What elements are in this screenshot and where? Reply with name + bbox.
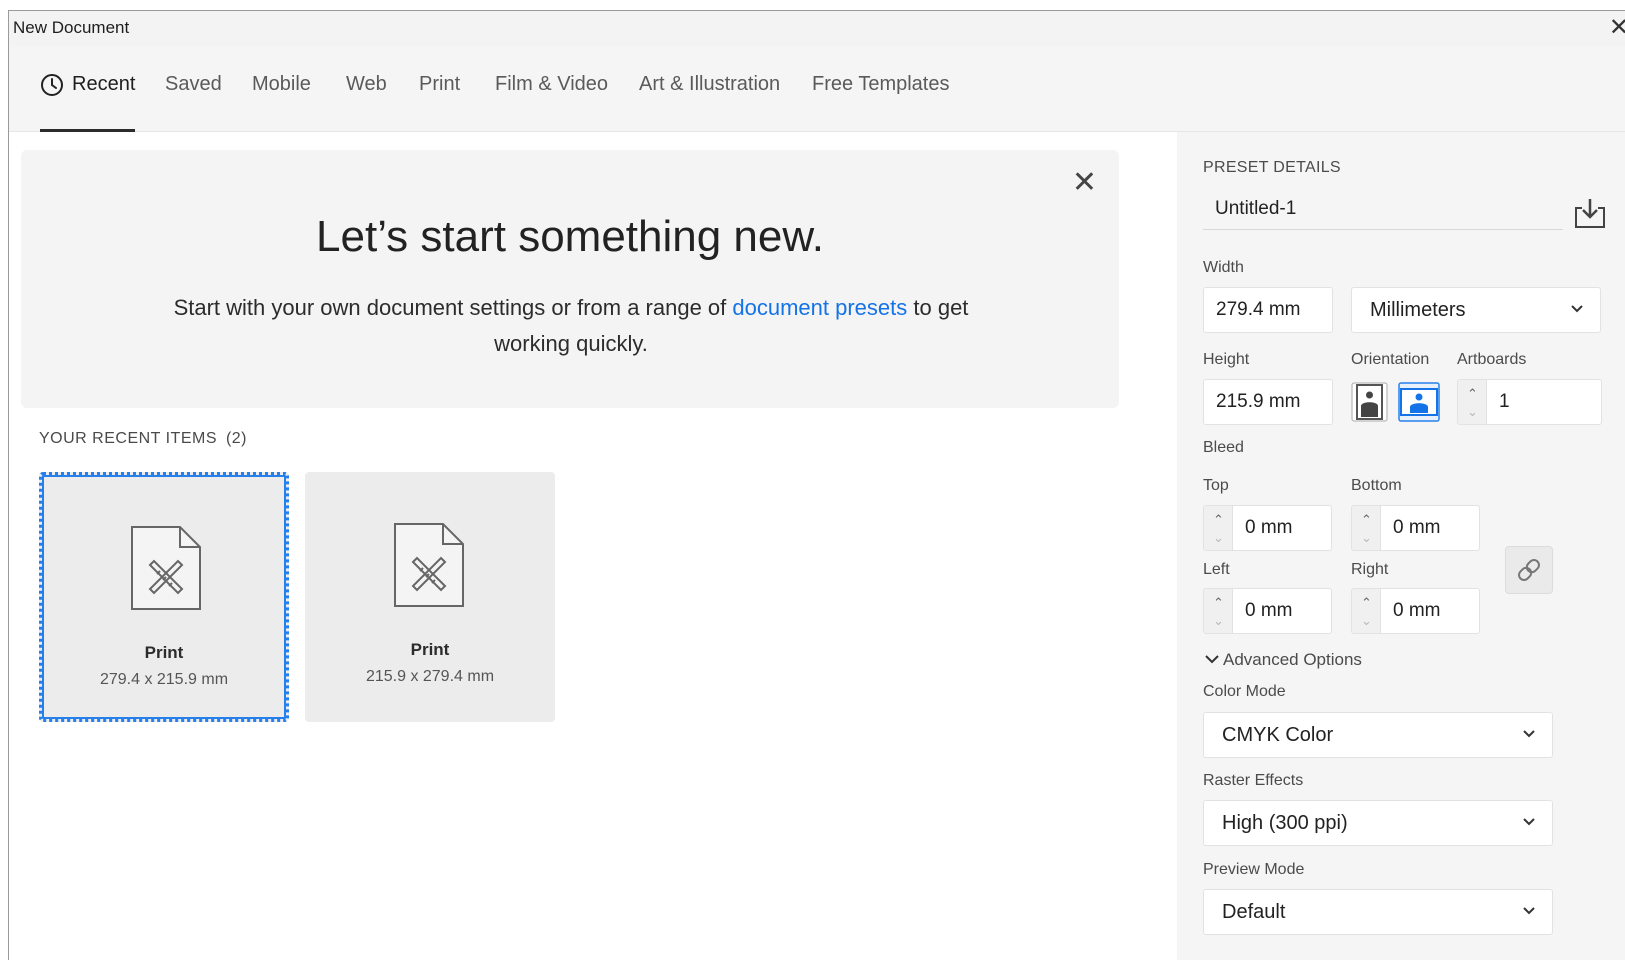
- clock-icon: [41, 74, 63, 96]
- preset-name-field[interactable]: Untitled-1: [1203, 188, 1563, 230]
- banner-close-icon[interactable]: ✕: [1072, 168, 1097, 198]
- tab-label: Free Templates: [812, 73, 950, 95]
- tab-label: Print: [419, 73, 461, 95]
- recent-items-heading: YOUR RECENT ITEMS (2): [39, 430, 247, 448]
- tab-label: Web: [346, 73, 387, 95]
- advanced-options-toggle[interactable]: Advanced Options: [1205, 650, 1362, 670]
- card-name: Print: [410, 640, 450, 659]
- document-icon: [394, 523, 464, 607]
- chevron-down-icon: [1523, 730, 1535, 738]
- color-mode-dropdown[interactable]: CMYK Color: [1203, 712, 1553, 758]
- preview-mode-value: Default: [1222, 901, 1286, 923]
- recent-heading-label: YOUR RECENT ITEMS: [39, 430, 217, 447]
- card-size: 215.9 x 279.4 mm: [365, 668, 495, 685]
- bleed-right-label: Right: [1351, 561, 1389, 578]
- tab-free-templates[interactable]: Free Templates: [812, 73, 949, 132]
- color-mode-label: Color Mode: [1203, 683, 1286, 700]
- bleed-left-label: Left: [1203, 561, 1230, 578]
- chevron-down-icon: [1523, 907, 1535, 915]
- width-label: Width: [1203, 259, 1244, 276]
- recent-item-card[interactable]: Print 215.9 x 279.4 mm: [305, 472, 555, 722]
- orientation-label: Orientation: [1351, 351, 1430, 368]
- banner-text: Start with your own document settings or…: [161, 290, 981, 362]
- save-preset-icon[interactable]: [1572, 196, 1608, 230]
- window-title: New Document: [13, 18, 130, 37]
- bleed-bottom-label: Bottom: [1351, 477, 1402, 494]
- new-document-dialog: New Document ✕ Recent Saved Mobile Web P…: [8, 10, 1625, 960]
- document-icon: [131, 526, 201, 610]
- landscape-orientation-icon[interactable]: [1398, 382, 1440, 422]
- height-label: Height: [1203, 351, 1250, 368]
- tab-label: Saved: [165, 73, 222, 95]
- tab-label: Mobile: [252, 73, 311, 95]
- bleed-left-field[interactable]: 0 mm: [1232, 588, 1332, 634]
- tab-print[interactable]: Print: [419, 73, 460, 132]
- artboards-field[interactable]: 1: [1486, 379, 1602, 425]
- left-panel: ✕ Let’s start something new. Start with …: [9, 132, 1177, 960]
- units-dropdown[interactable]: Millimeters: [1351, 287, 1601, 333]
- bleed-top-label: Top: [1203, 477, 1229, 494]
- bleed-top-field[interactable]: 0 mm: [1232, 505, 1332, 551]
- portrait-orientation-icon[interactable]: [1351, 382, 1388, 422]
- recent-count: (2): [225, 430, 248, 447]
- card-size: 279.4 x 215.9 mm: [99, 671, 229, 688]
- tab-mobile[interactable]: Mobile: [252, 73, 311, 132]
- artboards-stepper[interactable]: ⌃ ⌄: [1457, 379, 1487, 425]
- chevron-down-icon: [1571, 305, 1583, 313]
- link-bleed-button[interactable]: [1505, 546, 1553, 594]
- chevron-down-icon: [1523, 818, 1535, 826]
- height-field[interactable]: 215.9 mm: [1203, 379, 1333, 425]
- bleed-right-stepper[interactable]: ⌃ ⌄: [1351, 588, 1381, 634]
- card-name: Print: [144, 643, 184, 662]
- bleed-top-stepper[interactable]: ⌃ ⌄: [1203, 505, 1233, 551]
- tab-label: Film & Video: [495, 73, 609, 95]
- recent-item-card[interactable]: Print 279.4 x 215.9 mm: [39, 472, 289, 722]
- tab-web[interactable]: Web: [346, 73, 387, 132]
- tab-saved[interactable]: Saved: [165, 73, 222, 132]
- banner-title: Let’s start something new.: [316, 212, 824, 261]
- chain-link-icon: [1518, 559, 1540, 581]
- title-bar: New Document ✕: [9, 11, 1625, 47]
- welcome-banner: ✕ Let’s start something new. Start with …: [21, 150, 1119, 408]
- bleed-label: Bleed: [1203, 439, 1244, 456]
- tab-art-illustration[interactable]: Art & Illustration: [639, 73, 780, 132]
- banner-text-before: Start with your own document settings or…: [173, 295, 733, 320]
- preset-details-panel: PRESET DETAILS Untitled-1 Width 279.4 mm…: [1177, 132, 1625, 960]
- tab-label: Recent: [72, 73, 136, 95]
- bleed-right-field[interactable]: 0 mm: [1380, 588, 1480, 634]
- bleed-left-stepper[interactable]: ⌃ ⌄: [1203, 588, 1233, 634]
- document-presets-link[interactable]: document presets: [732, 295, 907, 320]
- category-tabs: Recent Saved Mobile Web Print Film & Vid…: [9, 47, 1625, 132]
- preview-mode-label: Preview Mode: [1203, 861, 1305, 878]
- bleed-bottom-field[interactable]: 0 mm: [1380, 505, 1480, 551]
- tab-film-video[interactable]: Film & Video: [495, 73, 608, 132]
- advanced-options-label: Advanced Options: [1223, 650, 1362, 669]
- tab-label: Art & Illustration: [639, 73, 781, 95]
- window-close-icon[interactable]: ✕: [1609, 13, 1625, 42]
- preview-mode-dropdown[interactable]: Default: [1203, 889, 1553, 935]
- color-mode-value: CMYK Color: [1222, 724, 1334, 746]
- artboards-label: Artboards: [1457, 351, 1527, 368]
- width-field[interactable]: 279.4 mm: [1203, 287, 1333, 333]
- units-value: Millimeters: [1370, 299, 1466, 321]
- bleed-bottom-stepper[interactable]: ⌃ ⌄: [1351, 505, 1381, 551]
- raster-effects-label: Raster Effects: [1203, 772, 1304, 789]
- preset-details-heading: PRESET DETAILS: [1203, 159, 1341, 176]
- chevron-down-icon: [1205, 655, 1219, 664]
- raster-effects-value: High (300 ppi): [1222, 812, 1348, 834]
- raster-effects-dropdown[interactable]: High (300 ppi): [1203, 800, 1553, 846]
- tab-recent[interactable]: Recent: [40, 73, 136, 132]
